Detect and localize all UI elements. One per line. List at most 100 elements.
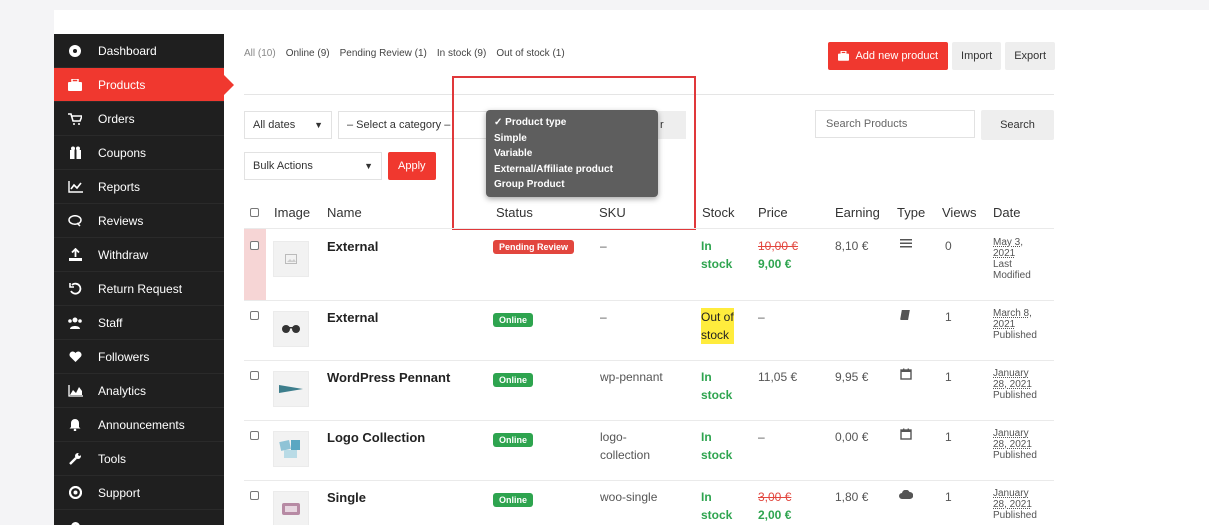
sidebar-item-analytics[interactable]: Analytics [54, 374, 224, 408]
views-value: 1 [945, 490, 952, 504]
filter-pending-review[interactable]: Pending Review (1) [340, 48, 427, 59]
status-filter-links: All (10) Online (9) Pending Review (1) I… [244, 48, 575, 59]
product-thumbnail[interactable] [273, 371, 309, 407]
sidebar-item-label: Orders [98, 111, 135, 126]
undo-icon [66, 282, 84, 296]
sidebar-item-reports[interactable]: Reports [54, 170, 224, 204]
product-thumbnail[interactable] [273, 311, 309, 347]
product-name[interactable]: External [327, 310, 378, 325]
search-input[interactable]: Search Products [815, 110, 975, 138]
product-name[interactable]: External [327, 239, 378, 254]
col-image: Image [274, 205, 311, 220]
sidebar-item-label: Return Request [98, 281, 183, 296]
row-checkbox[interactable] [250, 491, 259, 500]
status-badge: Online [493, 433, 534, 447]
filter-in-stock[interactable]: In stock (9) [437, 48, 486, 59]
date-value: January 28, 2021 Published [993, 428, 1037, 461]
sidebar-item-coupons[interactable]: Coupons [54, 136, 224, 170]
table-row: External Online – Out of stock – 1 March … [244, 300, 1054, 360]
bell-icon [66, 418, 84, 432]
row-checkbox[interactable] [250, 371, 259, 380]
filter-out-of-stock[interactable]: Out of stock (1) [496, 48, 564, 59]
sidebar-item-dashboard[interactable]: Dashboard [54, 34, 224, 68]
earning-value: 1,80 € [835, 490, 869, 504]
sidebar-item-followers[interactable]: Followers [54, 340, 224, 374]
row-checkbox[interactable] [250, 311, 259, 320]
comment-icon [66, 214, 84, 228]
sku-value: – [600, 310, 607, 324]
col-views[interactable]: Views [942, 205, 976, 220]
product-thumbnail[interactable] [273, 431, 309, 467]
sidebar-item-label: Analytics [98, 383, 147, 398]
apply-button[interactable]: Apply [388, 152, 436, 180]
search-button[interactable]: Search [981, 110, 1054, 140]
select-all-checkbox[interactable] [250, 208, 259, 217]
category-select-value: – Select a category – [347, 119, 451, 131]
col-stock: Stock [702, 205, 735, 220]
col-price[interactable]: Price [758, 205, 788, 220]
filter-all[interactable]: All (10) [244, 48, 276, 59]
import-button[interactable]: Import [952, 42, 1002, 70]
col-date[interactable]: Date [993, 205, 1020, 220]
gift-icon [66, 146, 84, 160]
filter-online[interactable]: Online (9) [286, 48, 330, 59]
product-name[interactable]: Logo Collection [327, 430, 425, 445]
main-content: All (10) Online (9) Pending Review (1) I… [244, 34, 1055, 525]
upload-icon [66, 248, 84, 262]
sidebar-item-announcements[interactable]: Announcements [54, 408, 224, 442]
sidebar-item-products[interactable]: Products [54, 68, 234, 102]
product-thumbnail[interactable] [273, 241, 309, 277]
sidebar-item-support[interactable]: Support [54, 476, 224, 510]
table-row: Single Online woo-single In stock 3,00 € … [244, 480, 1054, 525]
sidebar-item-settings[interactable] [54, 510, 224, 525]
product-name[interactable]: WordPress Pennant [327, 370, 450, 385]
price-value: 10,00 € 9,00 € [758, 239, 799, 271]
pennant-icon [279, 385, 303, 393]
col-sku[interactable]: SKU [599, 205, 626, 220]
add-new-product-button[interactable]: Add new product [828, 42, 949, 70]
table-row: Logo Collection Online logo-collection I… [244, 420, 1054, 480]
lifebuoy-icon [66, 486, 84, 500]
briefcase-icon [838, 51, 850, 61]
date-select-value: All dates [253, 119, 296, 131]
sidebar-item-label: Products [98, 77, 146, 92]
single-album-icon [282, 503, 300, 515]
views-value: 1 [945, 370, 952, 384]
sidebar-item-staff[interactable]: Staff [54, 306, 224, 340]
row-checkbox[interactable] [250, 241, 259, 250]
sidebar-item-reviews[interactable]: Reviews [54, 204, 224, 238]
sidebar-item-label: Support [98, 485, 141, 500]
calendar-type-icon [900, 428, 912, 443]
sidebar-item-label: Staff [98, 315, 123, 330]
earning-value: 8,10 € [835, 239, 869, 253]
area-chart-icon [66, 384, 84, 398]
top-strip [0, 0, 1209, 10]
bulk-actions-select[interactable]: Bulk Actions ▼ [244, 152, 382, 180]
gear-icon [66, 520, 84, 525]
stock-value: Out of stock [701, 308, 734, 344]
sidebar-item-tools[interactable]: Tools [54, 442, 224, 476]
sidebar-item-label: Reviews [98, 213, 144, 228]
status-badge: Online [493, 313, 534, 327]
sku-value: woo-single [600, 490, 658, 504]
earning-value: 9,95 € [835, 370, 869, 384]
price-value: – [758, 430, 765, 444]
sidebar-item-withdraw[interactable]: Withdraw [54, 238, 224, 272]
users-icon [66, 316, 84, 330]
product-thumbnail[interactable] [273, 491, 309, 525]
chevron-down-icon: ▼ [364, 161, 373, 171]
table-header: Image Name Status SKU Stock Price Earnin… [244, 198, 1054, 228]
stock-value: In stock [701, 370, 733, 402]
date-select[interactable]: All dates ▼ [244, 111, 332, 139]
row-checkbox[interactable] [250, 431, 259, 440]
export-button[interactable]: Export [1005, 42, 1055, 70]
sidebar-item-orders[interactable]: Orders [54, 102, 224, 136]
image-placeholder-icon [285, 254, 297, 264]
sidebar-item-return-request[interactable]: Return Request [54, 272, 224, 306]
briefcase-icon [66, 78, 84, 92]
sidebar-item-label: Announcements [98, 417, 185, 432]
product-name[interactable]: Single [327, 490, 366, 505]
col-name[interactable]: Name [327, 205, 362, 220]
sidebar-item-label: Reports [98, 179, 141, 194]
status-badge: Pending Review [493, 240, 575, 254]
